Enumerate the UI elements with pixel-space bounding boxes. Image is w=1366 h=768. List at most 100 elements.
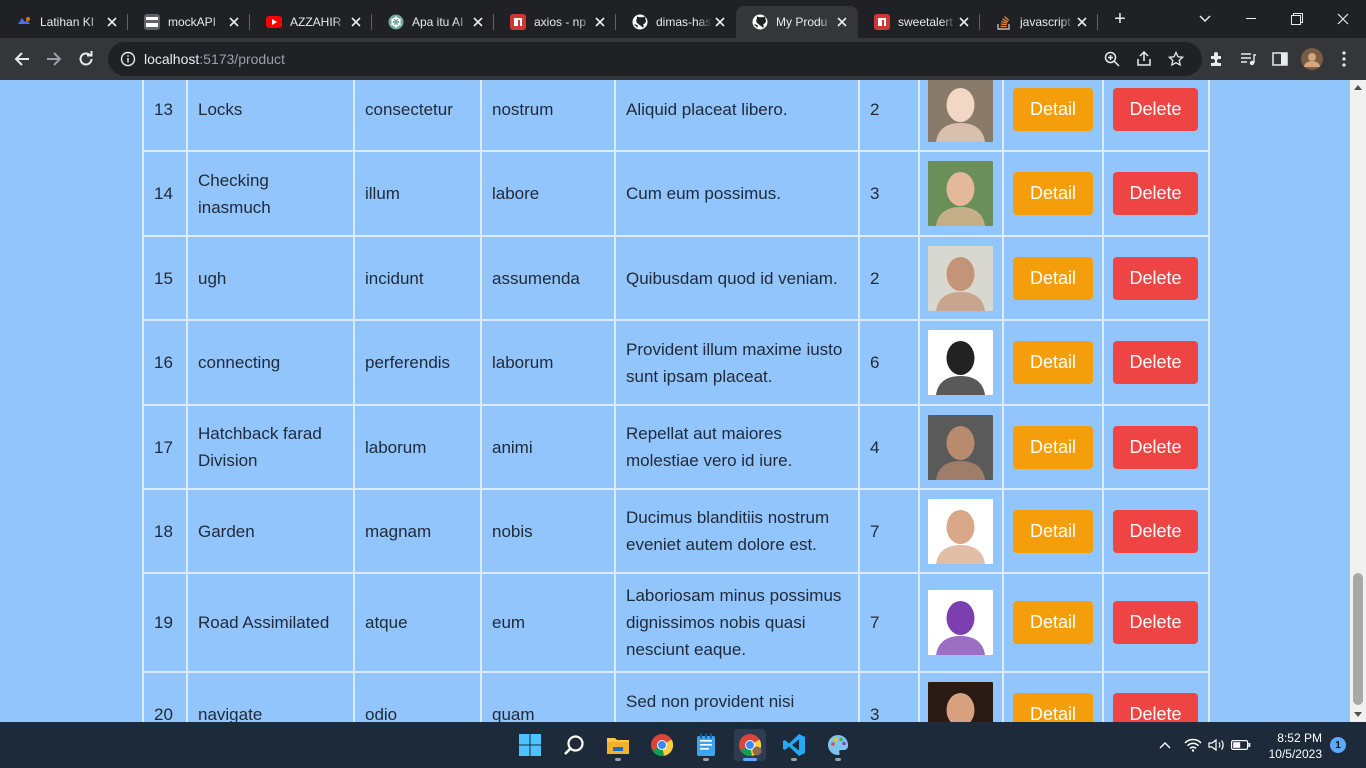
delete-button[interactable]: Delete <box>1113 509 1198 553</box>
tab-title: axios - np <box>534 15 587 29</box>
tab-close-icon[interactable] <box>956 14 972 30</box>
side-panel-icon[interactable] <box>1268 47 1292 71</box>
product-quantity: 2 <box>858 235 920 321</box>
detail-cell: Detail <box>1002 80 1104 152</box>
tab-close-icon[interactable] <box>226 14 242 30</box>
scrollbar-thumb[interactable] <box>1353 573 1363 705</box>
delete-button[interactable]: Delete <box>1113 172 1198 215</box>
site-info-icon[interactable] <box>120 51 136 67</box>
table-row: 16 connecting perferendis laborum Provident … <box>142 319 1210 406</box>
product-name: Garden <box>186 488 355 574</box>
chrome-menu-icon[interactable] <box>1332 47 1356 71</box>
tab-search-icon[interactable] <box>1182 0 1228 38</box>
delete-button[interactable]: Delete <box>1113 693 1198 722</box>
chrome-app-icon[interactable] <box>646 729 678 761</box>
tab-title: Latihan KI <box>40 15 95 29</box>
zoom-icon[interactable] <box>1100 47 1124 71</box>
wifi-icon[interactable] <box>1183 735 1203 755</box>
vscode-icon[interactable] <box>778 729 810 761</box>
tab-close-icon[interactable] <box>348 14 364 30</box>
product-image-cell <box>918 80 1004 152</box>
delete-cell: Delete <box>1102 319 1210 406</box>
notepad-icon[interactable] <box>690 729 722 761</box>
delete-button[interactable]: Delete <box>1113 341 1198 384</box>
product-image-cell <box>918 150 1004 237</box>
forward-icon[interactable] <box>42 47 66 71</box>
npm-icon <box>874 14 890 30</box>
file-explorer-icon[interactable] <box>602 729 634 761</box>
show-hidden-icons-icon[interactable] <box>1155 735 1175 755</box>
product-description: Laboriosam minus possimus dignissimos no… <box>614 572 860 673</box>
delete-button[interactable]: Delete <box>1113 601 1198 644</box>
volume-icon[interactable] <box>1207 735 1227 755</box>
browser-tab[interactable]: Latihan KI <box>0 6 128 38</box>
media-control-icon[interactable] <box>1236 47 1260 71</box>
running-indicator <box>743 758 757 761</box>
browser-tab[interactable]: sweetalert <box>858 6 980 38</box>
system-clock[interactable]: 8:52 PM 10/5/2023 <box>1256 730 1322 762</box>
detail-button[interactable]: Detail <box>1013 341 1093 384</box>
detail-cell: Detail <box>1002 671 1104 722</box>
tab-close-icon[interactable] <box>712 14 728 30</box>
battery-icon[interactable] <box>1231 735 1251 755</box>
product-image-cell <box>918 404 1004 490</box>
product-field-a: incidunt <box>353 235 482 321</box>
detail-button[interactable]: Detail <box>1013 693 1093 722</box>
minimize-icon[interactable] <box>1228 0 1274 38</box>
extensions-icon[interactable] <box>1204 47 1228 71</box>
browser-tab[interactable]: javascript <box>980 6 1098 38</box>
delete-button[interactable]: Delete <box>1113 256 1198 300</box>
stackoverflow-icon <box>996 14 1012 30</box>
back-icon[interactable] <box>10 47 34 71</box>
npm-icon <box>510 14 526 30</box>
tab-close-icon[interactable] <box>592 14 608 30</box>
detail-button[interactable]: Detail <box>1013 88 1093 131</box>
delete-button[interactable]: Delete <box>1113 88 1198 131</box>
tab-close-icon[interactable] <box>104 14 120 30</box>
tab-close-icon[interactable] <box>470 14 486 30</box>
profile-avatar-icon[interactable] <box>1300 47 1324 71</box>
address-bar[interactable]: localhost:5173/product <box>108 42 1202 76</box>
windows-taskbar: 8:52 PM 10/5/2023 1 <box>0 722 1366 768</box>
detail-button[interactable]: Detail <box>1013 601 1093 644</box>
detail-button[interactable]: Detail <box>1013 425 1093 469</box>
bookmark-star-icon[interactable] <box>1164 47 1188 71</box>
browser-tab[interactable]: AZZAHIR <box>250 6 372 38</box>
scroll-down-icon[interactable] <box>1354 712 1362 717</box>
delete-button[interactable]: Delete <box>1113 425 1198 469</box>
tab-title: javascript <box>1020 15 1071 29</box>
detail-button[interactable]: Detail <box>1013 172 1093 215</box>
product-image-cell <box>918 235 1004 321</box>
product-image-cell <box>918 671 1004 722</box>
notification-badge[interactable]: 1 <box>1330 737 1346 753</box>
scroll-up-icon[interactable] <box>1354 85 1362 90</box>
detail-button[interactable]: Detail <box>1013 509 1093 553</box>
product-description: Aliquid placeat libero. <box>614 80 860 152</box>
tab-close-icon[interactable] <box>1074 14 1090 30</box>
tab-close-icon[interactable] <box>834 14 850 30</box>
chatgpt-icon <box>388 14 404 30</box>
detail-button[interactable]: Detail <box>1013 256 1093 300</box>
chrome-active-app-icon[interactable] <box>734 729 766 761</box>
new-tab-button[interactable]: + <box>1108 8 1132 32</box>
browser-tab[interactable]: axios - np <box>494 6 616 38</box>
row-id: 14 <box>142 150 188 237</box>
vertical-scrollbar[interactable] <box>1350 80 1366 722</box>
restore-icon[interactable] <box>1274 0 1320 38</box>
windows-start-icon[interactable] <box>514 729 546 761</box>
product-name: ugh <box>186 235 355 321</box>
close-window-icon[interactable] <box>1320 0 1366 38</box>
browser-tab[interactable]: dimas-has <box>616 6 736 38</box>
browser-tab[interactable]: My Produ <box>736 6 858 38</box>
browser-tab[interactable]: Apa itu AI <box>372 6 494 38</box>
avatar <box>928 161 993 226</box>
taskbar-search-icon[interactable] <box>558 729 590 761</box>
avatar <box>928 682 993 722</box>
browser-tab[interactable]: mockAPI <box>128 6 250 38</box>
row-id: 15 <box>142 235 188 321</box>
product-image-cell <box>918 572 1004 673</box>
avatar <box>928 414 993 480</box>
share-icon[interactable] <box>1132 47 1156 71</box>
reload-icon[interactable] <box>74 47 98 71</box>
paint-icon[interactable] <box>822 729 854 761</box>
